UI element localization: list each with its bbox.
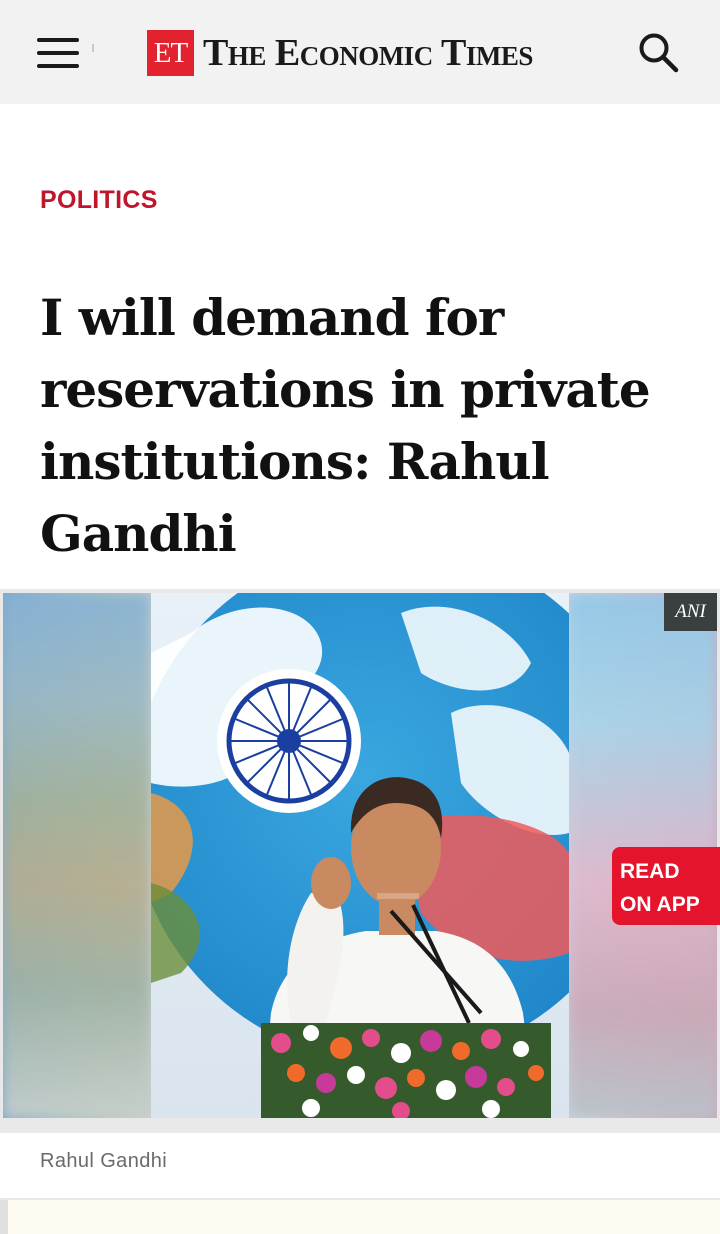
image-caption: Rahul Gandhi [40,1150,168,1172]
image-blur-left [3,593,151,1118]
top-header: ET The Economic Times [0,0,720,104]
menu-bar [37,51,79,55]
read-on-app-button[interactable]: READ ON APP [612,847,720,925]
read-on-app-line2: ON APP [620,893,700,916]
site-logo[interactable]: ET The Economic Times [147,30,533,76]
article-figure: ANI READ ON APP [0,589,720,1133]
logo-wordmark: The Economic Times [203,32,533,74]
search-icon[interactable] [638,32,680,74]
speaker-photo [151,593,569,1118]
article-image: ANI [3,593,717,1118]
read-on-app-line1: READ [620,860,680,883]
menu-bar [37,38,79,42]
logo-badge: ET [147,30,194,76]
category-link[interactable]: POLITICS [40,186,158,215]
search-icon-graphic [639,33,679,73]
article-headline: I will demand for reservations in privat… [40,288,651,563]
menu-bar [37,64,79,68]
header-divider [92,44,94,52]
bottom-banner-strip [0,1198,720,1234]
hamburger-menu-icon[interactable] [37,36,79,70]
image-credit: ANI [664,593,717,631]
